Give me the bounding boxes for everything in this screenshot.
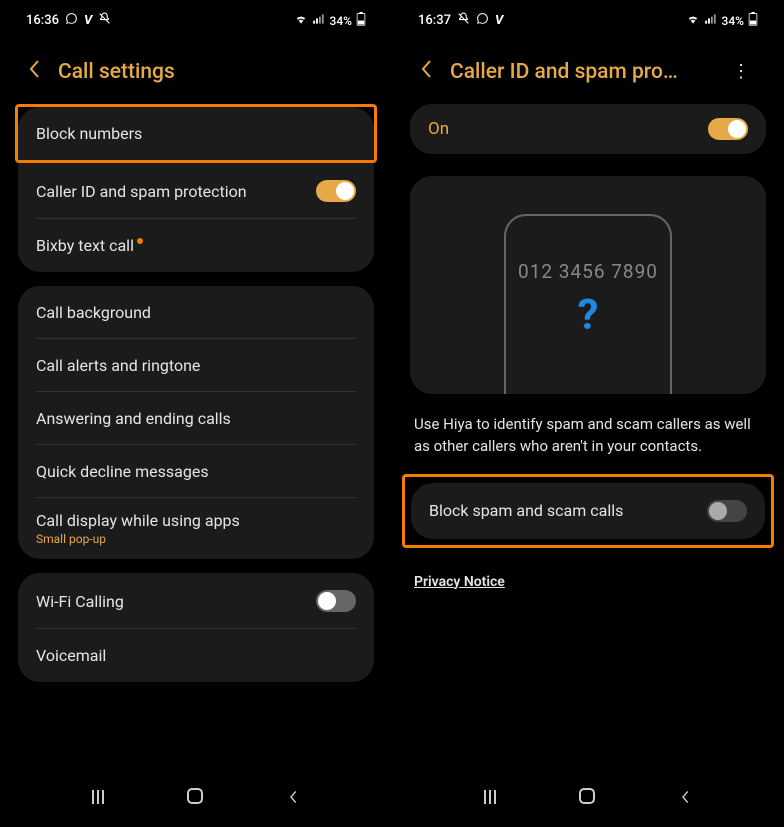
row-block-spam[interactable]: Block spam and scam calls [411, 483, 765, 539]
row-bixby[interactable]: Bixby text call [18, 219, 374, 272]
group-wifi-voicemail: Wi-Fi Calling Voicemail [18, 573, 374, 682]
phone-left: 16:36 V 34% Call settings [0, 0, 392, 827]
highlight-block-numbers: Block numbers [15, 104, 377, 163]
status-bar: 16:37 V 34% [410, 0, 766, 37]
nav-bar [392, 788, 784, 809]
new-dot-icon [137, 238, 143, 244]
wifi-calling-toggle[interactable] [316, 590, 356, 612]
answering-label: Answering and ending calls [36, 409, 356, 428]
status-icon-v: V [84, 13, 92, 28]
back-icon[interactable] [420, 59, 432, 84]
wifi-icon [294, 12, 308, 29]
sample-number: 012 3456 7890 [506, 260, 670, 283]
phone-shape: 012 3456 7890 ? [504, 214, 672, 394]
phone-right: 16:37 V 34% Caller ID and spam [392, 0, 784, 827]
status-bar: 16:36 V 34% [18, 0, 374, 37]
row-quick-decline[interactable]: Quick decline messages [18, 445, 374, 498]
row-call-background[interactable]: Call background [18, 286, 374, 339]
wifi-calling-label: Wi-Fi Calling [36, 592, 316, 611]
phone-illustration: 012 3456 7890 ? [410, 176, 766, 394]
status-icon-v: V [495, 13, 503, 28]
back-nav-icon[interactable] [678, 788, 692, 809]
group-call-options: Call background Call alerts and ringtone… [18, 286, 374, 559]
call-background-label: Call background [36, 303, 356, 322]
row-block-numbers[interactable]: Block numbers [18, 107, 374, 160]
block-spam-label: Block spam and scam calls [429, 501, 707, 520]
wifi-icon [686, 12, 700, 29]
row-call-display[interactable]: Call display while using apps Small pop-… [18, 498, 374, 559]
nav-bar [0, 788, 392, 809]
battery-text: 34% [330, 14, 352, 28]
back-icon[interactable] [28, 59, 40, 84]
page-title: Caller ID and spam pro… [450, 60, 708, 84]
row-call-alerts[interactable]: Call alerts and ringtone [18, 339, 374, 392]
row-answering[interactable]: Answering and ending calls [18, 392, 374, 445]
page-title: Call settings [58, 60, 364, 84]
whatsapp-icon [476, 12, 489, 29]
bixby-label: Bixby text call [36, 236, 356, 255]
battery-text: 34% [722, 14, 744, 28]
highlight-block-spam: Block spam and scam calls [402, 474, 774, 548]
header: Call settings [18, 37, 374, 104]
row-wifi-calling[interactable]: Wi-Fi Calling [18, 573, 374, 629]
header: Caller ID and spam pro… ⋮ [410, 37, 766, 104]
quick-decline-label: Quick decline messages [36, 462, 356, 481]
home-icon[interactable] [187, 788, 203, 809]
signal-icon [704, 12, 718, 29]
call-display-label: Call display while using apps Small pop-… [36, 511, 356, 546]
status-time: 16:36 [26, 13, 59, 28]
block-numbers-label: Block numbers [36, 124, 356, 143]
whatsapp-icon [65, 12, 78, 29]
battery-icon [356, 12, 366, 29]
battery-icon [748, 12, 758, 29]
row-caller-id[interactable]: Caller ID and spam protection [18, 163, 374, 219]
on-toggle[interactable] [708, 118, 748, 140]
question-mark-icon: ? [506, 291, 670, 340]
row-voicemail[interactable]: Voicemail [18, 629, 374, 682]
call-alerts-label: Call alerts and ringtone [36, 356, 356, 375]
mute-icon [457, 12, 470, 29]
caller-id-label: Caller ID and spam protection [36, 182, 316, 201]
signal-icon [312, 12, 326, 29]
home-icon[interactable] [579, 788, 595, 809]
on-label: On [428, 119, 708, 139]
privacy-notice-link[interactable]: Privacy Notice [410, 574, 509, 590]
recents-icon[interactable] [484, 788, 496, 809]
block-spam-toggle[interactable] [707, 500, 747, 522]
back-nav-icon[interactable] [286, 788, 300, 809]
call-display-sub: Small pop-up [36, 532, 356, 546]
more-icon[interactable]: ⋮ [726, 61, 756, 82]
status-time: 16:37 [418, 13, 451, 28]
on-toggle-row[interactable]: On [410, 104, 766, 154]
recents-icon[interactable] [92, 788, 104, 809]
mute-icon [98, 12, 111, 29]
description-text: Use Hiya to identify spam and scam calle… [410, 414, 766, 458]
voicemail-label: Voicemail [36, 646, 356, 665]
caller-id-toggle[interactable] [316, 180, 356, 202]
